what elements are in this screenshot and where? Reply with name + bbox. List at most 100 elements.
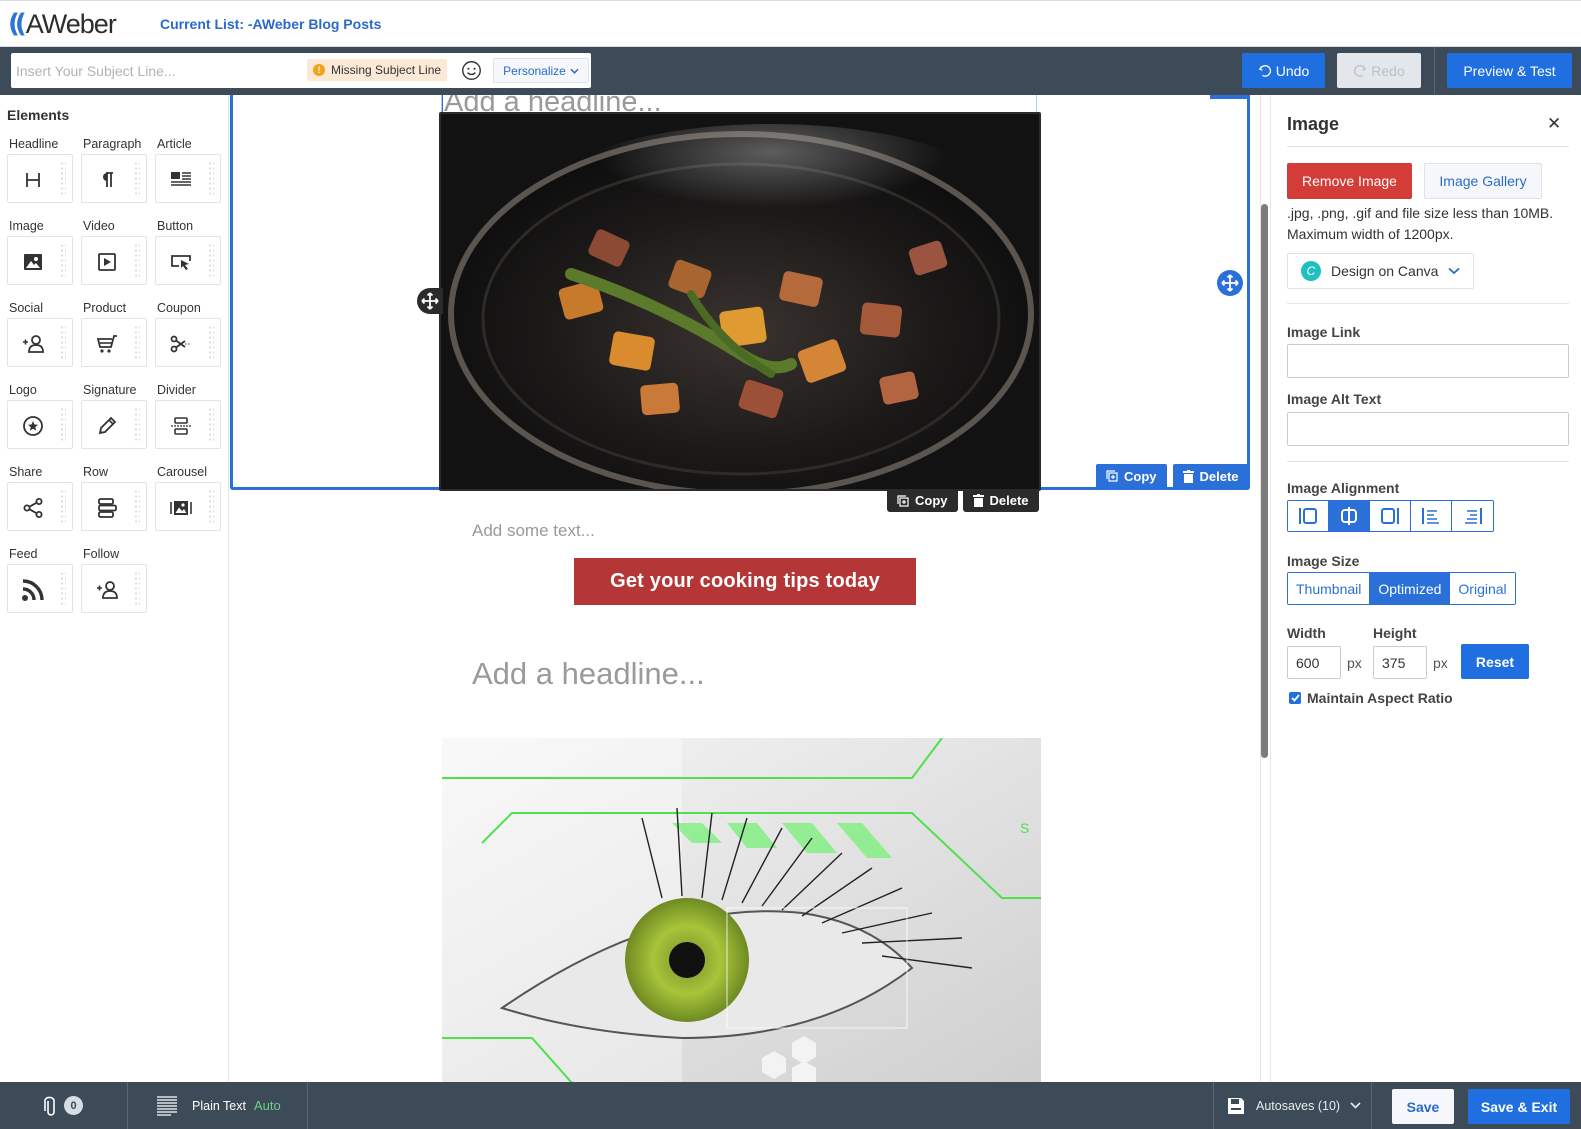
preview-test-button[interactable]: Preview & Test bbox=[1447, 53, 1572, 88]
drag-handle[interactable] bbox=[134, 243, 140, 279]
drag-handle[interactable] bbox=[60, 325, 66, 361]
move-arrows-icon bbox=[1221, 274, 1239, 292]
copy-icon bbox=[897, 494, 909, 507]
element-label: Row bbox=[83, 465, 109, 479]
row-move-handle[interactable] bbox=[1217, 270, 1243, 296]
headline-block-2[interactable]: Add a headline... bbox=[472, 656, 705, 692]
element-label: Feed bbox=[9, 547, 38, 561]
element-tile-paragraph[interactable] bbox=[81, 154, 147, 203]
align-left-wrap-button[interactable] bbox=[1411, 501, 1452, 531]
autosaves-dropdown[interactable]: Autosaves (10) bbox=[1213, 1082, 1372, 1129]
image-copy-button[interactable]: Copy bbox=[887, 489, 958, 512]
element-tile-social[interactable] bbox=[7, 318, 73, 367]
drag-handle[interactable] bbox=[208, 489, 214, 525]
paperclip-icon bbox=[44, 1096, 55, 1116]
size-original-button[interactable]: Original bbox=[1450, 573, 1515, 604]
food-image[interactable] bbox=[439, 112, 1041, 491]
elements-grid: Headline Paragraph Article Image Video B… bbox=[7, 137, 229, 629]
element-tile-carousel[interactable] bbox=[155, 482, 221, 531]
element-label: Share bbox=[9, 465, 43, 479]
height-input[interactable] bbox=[1373, 646, 1427, 679]
drag-handle[interactable] bbox=[134, 571, 140, 607]
element-tile-logo[interactable] bbox=[7, 400, 73, 449]
text-block[interactable]: Add some text... bbox=[472, 521, 595, 541]
align-center-button[interactable] bbox=[1329, 501, 1370, 531]
design-on-canva-button[interactable]: C Design on Canva bbox=[1287, 253, 1474, 289]
drag-handle[interactable] bbox=[134, 407, 140, 443]
toolbar-divider bbox=[1434, 47, 1435, 95]
row-delete-button[interactable]: Delete bbox=[1172, 464, 1249, 488]
chevron-down-icon bbox=[1448, 267, 1461, 275]
video-icon bbox=[82, 237, 132, 286]
redo-button[interactable]: Redo bbox=[1337, 53, 1421, 88]
close-panel-button[interactable]: ✕ bbox=[1547, 114, 1561, 134]
element-tile-headline[interactable] bbox=[7, 154, 73, 203]
drag-handle[interactable] bbox=[60, 489, 66, 525]
panel-title: Image bbox=[1287, 114, 1340, 134]
rss-icon bbox=[8, 565, 58, 614]
reset-size-button[interactable]: Reset bbox=[1461, 644, 1529, 679]
drag-handle[interactable] bbox=[134, 489, 140, 525]
remove-image-button[interactable]: Remove Image bbox=[1287, 163, 1412, 199]
element-tile-video[interactable] bbox=[81, 236, 147, 285]
drag-handle[interactable] bbox=[60, 161, 66, 197]
save-button[interactable]: Save bbox=[1392, 1089, 1454, 1124]
element-tile-coupon[interactable] bbox=[155, 318, 221, 367]
subject-line-input[interactable] bbox=[16, 53, 306, 88]
image-delete-button[interactable]: Delete bbox=[962, 489, 1039, 512]
image-link-input[interactable] bbox=[1287, 344, 1569, 378]
image-move-handle[interactable] bbox=[417, 288, 443, 314]
headline-block-top[interactable]: Add a headline... bbox=[442, 95, 662, 113]
drag-handle[interactable] bbox=[60, 571, 66, 607]
element-label: Image bbox=[9, 219, 44, 233]
aspect-ratio-checkbox[interactable] bbox=[1289, 692, 1301, 704]
element-tile-follow[interactable] bbox=[81, 564, 147, 613]
element-tile-share[interactable] bbox=[7, 482, 73, 531]
element-tile-divider[interactable] bbox=[155, 400, 221, 449]
align-center-icon bbox=[1341, 507, 1357, 525]
drag-handle[interactable] bbox=[208, 243, 214, 279]
personalize-dropdown[interactable]: Personalize bbox=[493, 58, 589, 83]
align-left-button[interactable] bbox=[1288, 501, 1329, 531]
element-tile-image[interactable] bbox=[7, 236, 73, 285]
undo-button[interactable]: Undo bbox=[1242, 53, 1325, 88]
row-copy-button[interactable]: Copy bbox=[1096, 464, 1167, 488]
align-right-wrap-icon bbox=[1464, 508, 1482, 524]
drag-handle[interactable] bbox=[60, 243, 66, 279]
pencil-icon bbox=[82, 401, 132, 450]
image-alt-text-input[interactable] bbox=[1287, 412, 1569, 446]
align-right-button[interactable] bbox=[1370, 501, 1411, 531]
plain-text-button[interactable]: Plain Text Auto bbox=[128, 1082, 308, 1129]
align-left-wrap-icon bbox=[1422, 508, 1439, 524]
drag-handle[interactable] bbox=[60, 407, 66, 443]
drag-handle[interactable] bbox=[208, 407, 214, 443]
drag-handle[interactable] bbox=[134, 161, 140, 197]
element-tile-article[interactable] bbox=[155, 154, 221, 203]
eye-image[interactable]: S bbox=[442, 738, 1041, 1082]
width-input[interactable] bbox=[1287, 646, 1341, 679]
cta-button[interactable]: Get your cooking tips today bbox=[574, 558, 916, 605]
element-tile-product[interactable] bbox=[81, 318, 147, 367]
row-icon bbox=[82, 483, 132, 532]
current-list-label[interactable]: Current List: -AWeber Blog Posts bbox=[160, 16, 381, 32]
aweber-waves-icon: (( bbox=[8, 9, 27, 39]
align-right-block-icon bbox=[1381, 508, 1399, 524]
drag-handle[interactable] bbox=[208, 325, 214, 361]
size-optimized-button[interactable]: Optimized bbox=[1370, 573, 1451, 604]
element-tile-button[interactable] bbox=[155, 236, 221, 285]
element-tile-row[interactable] bbox=[81, 482, 147, 531]
element-tile-feed[interactable] bbox=[7, 564, 73, 613]
canvas-scrollbar-thumb[interactable] bbox=[1261, 204, 1268, 758]
image-actions: Copy Delete bbox=[887, 489, 1039, 512]
element-tile-signature[interactable] bbox=[81, 400, 147, 449]
element-label: Social bbox=[9, 301, 44, 315]
drag-handle[interactable] bbox=[134, 325, 140, 361]
size-thumbnail-button[interactable]: Thumbnail bbox=[1288, 573, 1371, 604]
attachments-button[interactable]: 0 bbox=[0, 1082, 128, 1129]
aweber-logo[interactable]: (( AWeber bbox=[8, 8, 117, 40]
drag-handle[interactable] bbox=[208, 161, 214, 197]
save-exit-button[interactable]: Save & Exit bbox=[1468, 1089, 1570, 1124]
emoji-picker-button[interactable] bbox=[459, 58, 483, 82]
align-right-wrap-button[interactable] bbox=[1452, 501, 1493, 531]
image-gallery-button[interactable]: Image Gallery bbox=[1424, 163, 1542, 199]
